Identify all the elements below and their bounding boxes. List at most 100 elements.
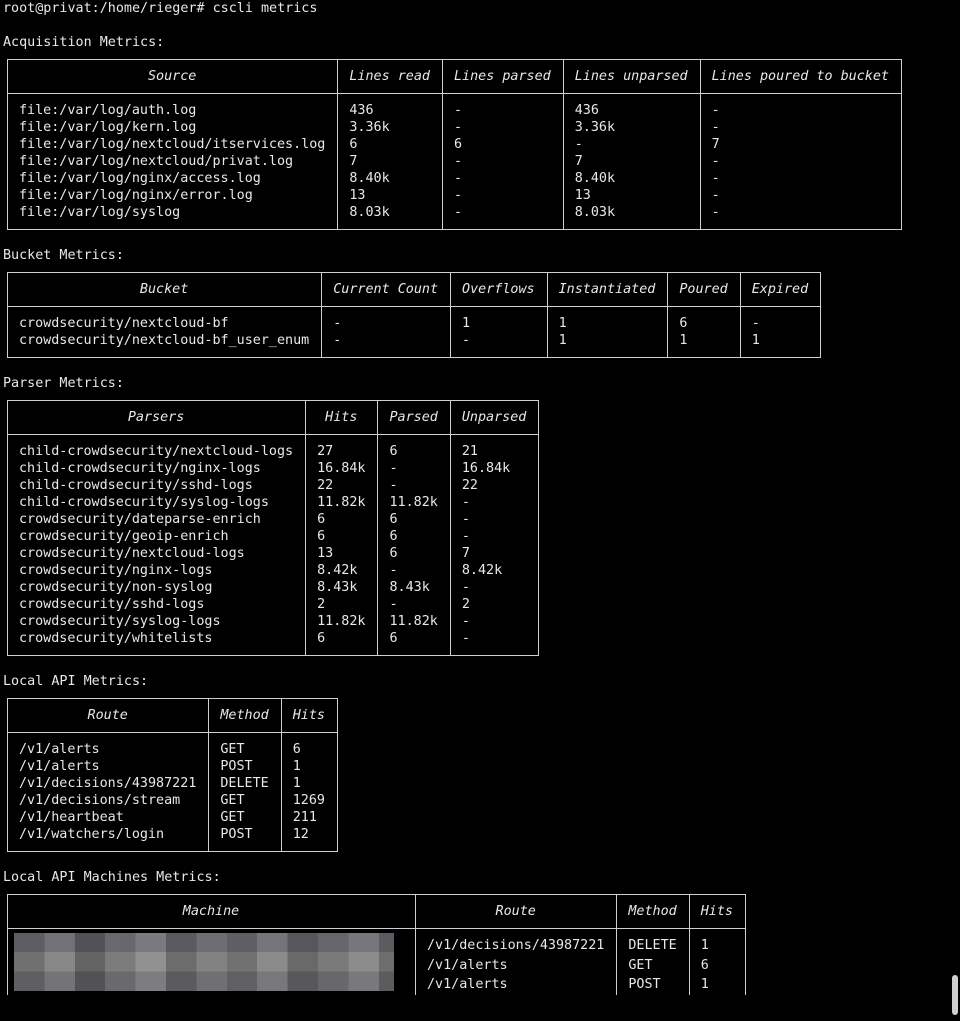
cell: 11.82k	[377, 613, 451, 630]
cell: 3.36k	[562, 119, 701, 136]
table-row: crowdsecurity/nextcloud-bf -1 1 6-	[6, 306, 822, 332]
col-overflows: Overflows	[450, 272, 548, 307]
cell: 6	[377, 528, 451, 545]
lapi-table: Route Method Hits /v1/alerts GET 6 /v1/ale…	[6, 698, 339, 852]
cell: crowdsecurity/nginx-logs	[6, 562, 307, 579]
cell: child-crowdsecurity/nextcloud-logs	[6, 434, 307, 460]
cell: GET	[616, 957, 690, 976]
cell: file:/var/log/auth.log	[6, 93, 339, 119]
table-row: crowdsecurity/sshd-logs 2-2	[6, 596, 540, 613]
table-row: /v1/alerts POST 1	[6, 758, 339, 775]
cell: 6	[441, 136, 564, 153]
cell: /v1/decisions/stream	[6, 792, 210, 809]
cell: crowdsecurity/nextcloud-bf	[6, 306, 323, 332]
cell: -	[699, 93, 902, 119]
col-instantiated: Instantiated	[546, 272, 669, 307]
col-method: Method	[208, 698, 282, 733]
cell: 6	[688, 957, 747, 976]
cell: -	[699, 153, 902, 170]
col-hits: Hits	[280, 698, 339, 733]
col-route: Route	[414, 894, 618, 929]
cell: DELETE	[616, 928, 690, 957]
acquisition-title: Acquisition Metrics:	[3, 35, 165, 50]
cell: crowdsecurity/syslog-logs	[6, 613, 307, 630]
cell: 1	[450, 306, 548, 332]
cell: 6	[377, 545, 451, 562]
cell: -	[377, 596, 451, 613]
cell: 6	[305, 511, 379, 528]
cell: -	[449, 528, 540, 545]
cell: 8.03k	[337, 204, 443, 230]
cell: crowdsecurity/geoip-enrich	[6, 528, 307, 545]
bucket-title: Bucket Metrics:	[3, 248, 124, 263]
table-row: crowdsecurity/nextcloud-bf_user_enum - -1 1…	[6, 332, 822, 358]
table-row: file:/var/log/nginx/error.log 13-13-	[6, 187, 902, 204]
table-row: /v1/decisions/43987221 DELETE 1	[7, 928, 747, 995]
cell: -	[321, 306, 452, 332]
col-hits: Hits	[305, 400, 379, 435]
cell: -	[441, 93, 564, 119]
cell: 12	[280, 826, 339, 852]
col-lines-parsed: Lines parsed	[441, 59, 564, 94]
terminal[interactable]: root@privat:/home/rieger# cscli metrics …	[3, 0, 943, 995]
cell: 8.42k	[305, 562, 379, 579]
col-lines-poured: Lines poured to bucket	[699, 59, 902, 94]
cell: crowdsecurity/nextcloud-logs	[6, 545, 307, 562]
cell: file:/var/log/nextcloud/privat.log	[6, 153, 339, 170]
col-source: Source	[6, 59, 339, 94]
cell: 6	[377, 630, 451, 656]
cell: -	[699, 187, 902, 204]
table-row: child-crowdsecurity/nextcloud-logs 27 6 21	[6, 434, 540, 460]
cell: -	[449, 511, 540, 528]
cell: 1	[546, 332, 669, 358]
cell: 8.40k	[337, 170, 443, 187]
table-row: /v1/watchers/login POST 12	[6, 826, 339, 852]
cell: 8.03k	[562, 204, 701, 230]
machines-title: Local API Machines Metrics:	[3, 870, 221, 885]
cell: 1	[280, 775, 339, 792]
cell: 6	[305, 630, 379, 656]
cell: DELETE	[208, 775, 282, 792]
col-lines-unparsed: Lines unparsed	[562, 59, 701, 94]
table-row: file:/var/log/kern.log 3.36k -3.36k -	[6, 119, 902, 136]
table-row: child-crowdsecurity/nginx-logs 16.84k -16.…	[6, 460, 540, 477]
cell: child-crowdsecurity/syslog-logs	[6, 494, 307, 511]
cell: 1	[688, 928, 747, 957]
cell: -	[321, 332, 452, 358]
cell: 6	[337, 136, 443, 153]
cell: 6	[377, 434, 451, 460]
cell: 7	[699, 136, 902, 153]
cell: -	[449, 630, 540, 656]
cell: file:/var/log/kern.log	[6, 119, 339, 136]
col-parsers: Parsers	[6, 400, 307, 435]
col-bucket: Bucket	[6, 272, 323, 307]
cell: file:/var/log/syslog	[6, 204, 339, 230]
cell: crowdsecurity/sshd-logs	[6, 596, 307, 613]
cell: GET	[208, 809, 282, 826]
cell: /v1/watchers/login	[6, 826, 210, 852]
col-lines-read: Lines read	[337, 59, 443, 94]
cell: -	[377, 477, 451, 494]
cell: -	[562, 136, 701, 153]
table-row: /v1/heartbeat GET 211	[6, 809, 339, 826]
cell: /v1/alerts	[6, 732, 210, 758]
cell: 8.40k	[562, 170, 701, 187]
cell: -	[450, 332, 548, 358]
table-row: file:/var/log/auth.log 436-436-	[6, 93, 902, 119]
cell: file:/var/log/nginx/error.log	[6, 187, 339, 204]
cell: 8.43k	[377, 579, 451, 596]
cell: 11.82k	[305, 494, 379, 511]
vertical-scrollbar[interactable]	[952, 975, 958, 1015]
table-row: file:/var/log/nextcloud/privat.log 7-7-	[6, 153, 902, 170]
cell: crowdsecurity/whitelists	[6, 630, 307, 656]
cell: /v1/heartbeat	[6, 809, 210, 826]
col-method: Method	[616, 894, 690, 929]
cell: 16.84k	[305, 460, 379, 477]
table-row: crowdsecurity/whitelists 6 6-	[6, 630, 540, 656]
cell: -	[739, 306, 822, 332]
col-parsed: Parsed	[377, 400, 451, 435]
cell: 2	[449, 596, 540, 613]
cell: crowdsecurity/dateparse-enrich	[6, 511, 307, 528]
command-prompt: root@privat:/home/rieger# cscli metrics	[3, 1, 318, 16]
cell: file:/var/log/nginx/access.log	[6, 170, 339, 187]
